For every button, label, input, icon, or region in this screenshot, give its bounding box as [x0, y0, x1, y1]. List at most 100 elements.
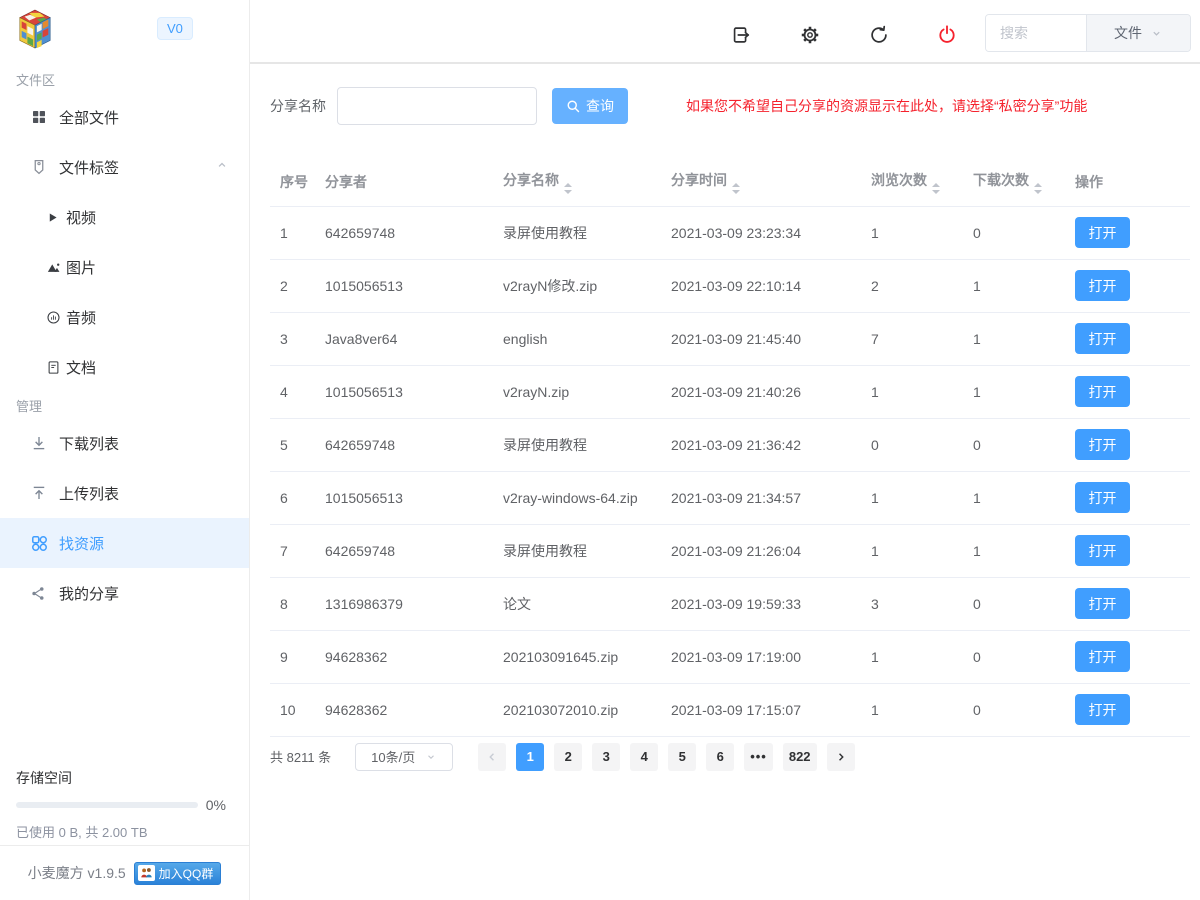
chevron-down-icon	[1150, 27, 1163, 40]
cell-no: 3	[270, 312, 315, 365]
page-button-6[interactable]: 6	[706, 743, 734, 771]
sidebar-item-download-list[interactable]: 下载列表	[0, 418, 249, 468]
cell-no: 5	[270, 418, 315, 471]
gear-icon[interactable]	[799, 24, 821, 46]
qq-people-icon	[138, 865, 155, 881]
query-button[interactable]: 查询	[552, 88, 628, 124]
col-views[interactable]: 浏览次数	[861, 158, 963, 206]
search-input[interactable]	[986, 15, 1086, 51]
page-ellipsis-button[interactable]: •••	[744, 743, 773, 771]
col-share-time[interactable]: 分享时间	[661, 158, 861, 206]
cell-downloads: 0	[963, 683, 1065, 736]
sort-carets-icon[interactable]	[1034, 183, 1042, 194]
cell-time: 2021-03-09 21:40:26	[661, 365, 861, 418]
cell-time: 2021-03-09 19:59:33	[661, 577, 861, 630]
sidebar-item-my-shares[interactable]: 我的分享	[0, 568, 249, 618]
open-button[interactable]: 打开	[1075, 588, 1130, 619]
share-name-input[interactable]	[337, 87, 537, 125]
cell-downloads: 0	[963, 418, 1065, 471]
page-button-3[interactable]: 3	[592, 743, 620, 771]
page-button-5[interactable]: 5	[668, 743, 696, 771]
page-size-select[interactable]: 10条/页	[355, 743, 453, 771]
search-type-select[interactable]: 文件	[1086, 15, 1190, 51]
join-qq-group-button[interactable]: 加入QQ群	[134, 862, 222, 885]
cell-action: 打开	[1065, 524, 1190, 577]
open-button[interactable]: 打开	[1075, 482, 1130, 513]
page-button-4[interactable]: 4	[630, 743, 658, 771]
sidebar-item-upload-list[interactable]: 上传列表	[0, 468, 249, 518]
filter-row: 分享名称 查询 如果您不希望自己分享的资源显示在此处，请选择“私密分享”功能	[250, 65, 1200, 125]
col-no: 序号	[270, 158, 315, 206]
table-row: 3Java8ver64english2021-03-09 21:45:4071打…	[270, 312, 1190, 365]
sidebar-item-image[interactable]: 图片	[0, 242, 249, 292]
tag-icon	[30, 157, 50, 177]
col-sharer: 分享者	[315, 158, 493, 206]
open-button[interactable]: 打开	[1075, 641, 1130, 672]
next-page-button[interactable]	[827, 743, 855, 771]
col-downloads[interactable]: 下载次数	[963, 158, 1065, 206]
cell-views: 1	[861, 365, 963, 418]
pagination-total: 共 8211 条	[270, 747, 331, 766]
table-row: 5642659748录屏使用教程2021-03-09 21:36:4200打开	[270, 418, 1190, 471]
share-table: 序号 分享者 分享名称 分享时间 浏览次数 下载次数 操作 1642659748…	[270, 158, 1190, 737]
col-share-name[interactable]: 分享名称	[493, 158, 661, 206]
app-logo-cube-icon	[16, 8, 54, 50]
table-row: 61015056513v2ray-windows-64.zip2021-03-0…	[270, 471, 1190, 524]
cell-action: 打开	[1065, 312, 1190, 365]
cell-action: 打开	[1065, 259, 1190, 312]
cell-no: 1	[270, 206, 315, 259]
cell-time: 2021-03-09 22:10:14	[661, 259, 861, 312]
cell-downloads: 0	[963, 206, 1065, 259]
open-button[interactable]: 打开	[1075, 217, 1130, 248]
sidebar-item-find-resources[interactable]: 找资源	[0, 518, 249, 568]
cell-name: 202103072010.zip	[493, 683, 661, 736]
search-group: 文件	[985, 14, 1191, 52]
cell-action: 打开	[1065, 577, 1190, 630]
page-button-822[interactable]: 822	[783, 743, 817, 771]
cell-views: 1	[861, 206, 963, 259]
cell-name: 录屏使用教程	[493, 206, 661, 259]
sidebar-item-label: 图片	[66, 257, 96, 278]
table-row: 7642659748录屏使用教程2021-03-09 21:26:0411打开	[270, 524, 1190, 577]
cell-no: 6	[270, 471, 315, 524]
image-icon	[46, 260, 61, 275]
table-row: 41015056513v2rayN.zip2021-03-09 21:40:26…	[270, 365, 1190, 418]
open-button[interactable]: 打开	[1075, 376, 1130, 407]
chevron-up-icon[interactable]	[215, 158, 229, 176]
page-button-2[interactable]: 2	[554, 743, 582, 771]
sidebar-footer: 小麦魔方 v1.9.5 加入QQ群	[0, 845, 249, 900]
cell-name: v2rayN修改.zip	[493, 259, 661, 312]
cell-sharer: 94628362	[315, 683, 493, 736]
cell-no: 8	[270, 577, 315, 630]
open-button[interactable]: 打开	[1075, 429, 1130, 460]
power-icon[interactable]	[936, 24, 958, 46]
sidebar-item-video[interactable]: 视频	[0, 192, 249, 242]
open-button[interactable]: 打开	[1075, 270, 1130, 301]
page-list: 123456 ••• 822	[511, 743, 821, 771]
cell-name: english	[493, 312, 661, 365]
cell-downloads: 1	[963, 471, 1065, 524]
sidebar-item-audio[interactable]: 音频	[0, 292, 249, 342]
logout-icon[interactable]	[730, 24, 752, 46]
cell-name: 论文	[493, 577, 661, 630]
logo-row: V0	[0, 0, 249, 62]
sort-carets-icon[interactable]	[564, 183, 572, 194]
open-button[interactable]: 打开	[1075, 323, 1130, 354]
cell-no: 10	[270, 683, 315, 736]
prev-page-button[interactable]	[478, 743, 506, 771]
open-button[interactable]: 打开	[1075, 694, 1130, 725]
page-button-1[interactable]: 1	[516, 743, 544, 771]
sidebar-item-label: 我的分享	[59, 583, 119, 604]
sidebar-item-all-files[interactable]: 全部文件	[0, 92, 249, 142]
app-window: V0 文件区 全部文件 文件标签 视频	[0, 0, 1200, 900]
sidebar-item-doc[interactable]: 文档	[0, 342, 249, 392]
cell-sharer: 642659748	[315, 524, 493, 577]
cell-no: 2	[270, 259, 315, 312]
cell-views: 1	[861, 683, 963, 736]
open-button[interactable]: 打开	[1075, 535, 1130, 566]
sort-carets-icon[interactable]	[732, 183, 740, 194]
sort-carets-icon[interactable]	[932, 183, 940, 194]
refresh-icon[interactable]	[868, 24, 890, 46]
cell-action: 打开	[1065, 630, 1190, 683]
sidebar-item-file-tags[interactable]: 文件标签	[0, 142, 249, 192]
